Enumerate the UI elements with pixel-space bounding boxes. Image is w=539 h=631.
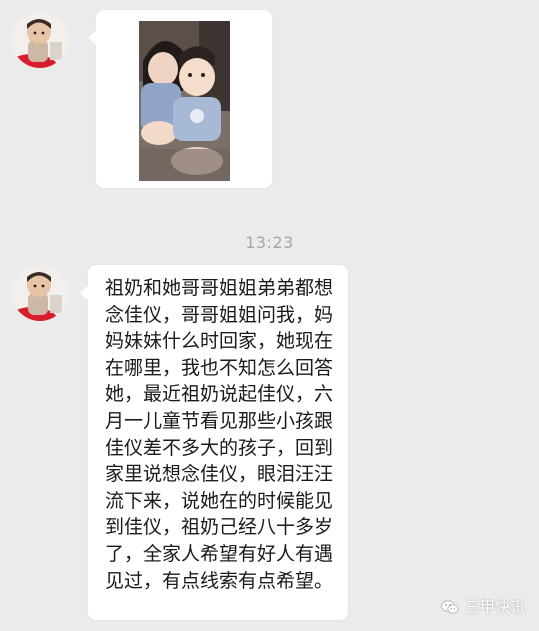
text-message-bubble[interactable]: 祖奶和她哥哥姐姐弟弟都想念佳仪，哥哥姐姐问我，妈妈妹妹什么时回家，她现在在哪里，… <box>80 265 348 620</box>
message-timestamp: 13:23 <box>245 233 294 252</box>
wechat-icon <box>441 600 459 614</box>
image-message-bubble[interactable] <box>88 10 272 188</box>
message-text: 祖奶和她哥哥姐姐弟弟都想念佳仪，哥哥姐姐问我，妈妈妹妹什么时回家，她现在在哪里，… <box>105 277 334 592</box>
sender-avatar[interactable] <box>12 12 68 68</box>
children-photo[interactable] <box>139 21 230 181</box>
watermark: 三甲快讯 <box>441 596 525 617</box>
sender-avatar[interactable] <box>12 265 68 321</box>
watermark-label: 三甲快讯 <box>464 598 525 616</box>
